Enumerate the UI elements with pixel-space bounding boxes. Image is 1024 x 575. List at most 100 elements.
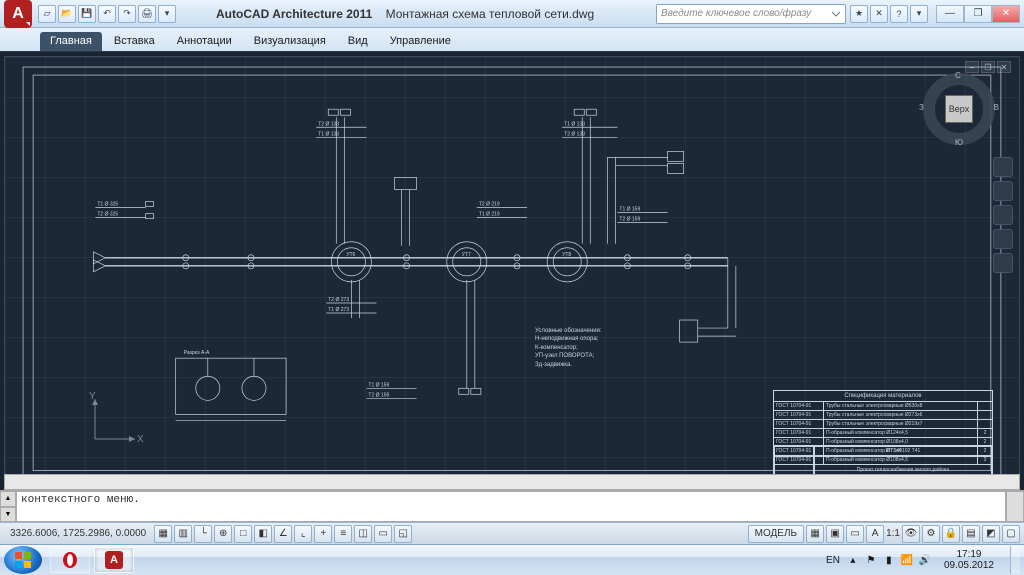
svg-text:Т1 Ø 273: Т1 Ø 273 bbox=[328, 307, 349, 313]
qat-save-icon[interactable]: 💾 bbox=[78, 5, 96, 23]
svg-text:Т2 Ø 325: Т2 Ø 325 bbox=[97, 212, 118, 218]
svg-text:Т2 Ø 159: Т2 Ø 159 bbox=[619, 217, 640, 223]
nav-wheel-icon[interactable] bbox=[993, 157, 1013, 177]
status-ortho-icon[interactable]: └ bbox=[194, 525, 212, 543]
stamp-code: КП 140102 Т41 bbox=[814, 446, 992, 456]
status-layout-icon[interactable]: ▦ bbox=[806, 525, 824, 543]
tab-view[interactable]: Вид bbox=[338, 32, 378, 51]
status-annoscale-icon[interactable]: A bbox=[866, 525, 884, 543]
spec-row: ГОСТ 10704-91Трубы стальные электросварн… bbox=[774, 411, 992, 420]
tray-battery-icon[interactable]: ▮ bbox=[882, 553, 896, 567]
status-qview-icon[interactable]: ▣ bbox=[826, 525, 844, 543]
titlebar: A ▱ 📂 💾 ↶ ↷ 🖨 ▾ AutoCAD Architecture 201… bbox=[0, 0, 1024, 28]
tray-volume-icon[interactable]: 🔊 bbox=[918, 553, 932, 567]
drawing-area: – ❐ ✕ bbox=[0, 52, 1024, 490]
ribbon-tabs: Главная Вставка Аннотации Визуализация В… bbox=[0, 28, 1024, 52]
infocenter-exchange-icon[interactable]: ✕ bbox=[870, 5, 888, 23]
model-viewport[interactable]: – ❐ ✕ bbox=[4, 56, 1020, 490]
spec-row: ГОСТ 10704-91П-образный компенсатор Ø124… bbox=[774, 429, 992, 438]
tab-visualize[interactable]: Визуализация bbox=[244, 32, 336, 51]
minimize-button[interactable]: — bbox=[936, 5, 964, 23]
tab-insert[interactable]: Вставка bbox=[104, 32, 165, 51]
cmd-history-arrows[interactable]: ▲▼ bbox=[0, 491, 16, 522]
tab-manage[interactable]: Управление bbox=[380, 32, 461, 51]
status-polar-icon[interactable]: ⊕ bbox=[214, 525, 232, 543]
show-desktop-button[interactable] bbox=[1010, 546, 1020, 574]
status-3dosnap-icon[interactable]: ◧ bbox=[254, 525, 272, 543]
status-dyn-icon[interactable]: + bbox=[314, 525, 332, 543]
status-lwt-icon[interactable]: ≡ bbox=[334, 525, 352, 543]
legend-title: Условные обозначения: bbox=[535, 327, 602, 335]
command-input[interactable]: контекстного меню. bbox=[16, 491, 1006, 522]
infocenter-star-icon[interactable]: ★ bbox=[850, 5, 868, 23]
maximize-button[interactable]: ❐ bbox=[964, 5, 992, 23]
ucs-icon: XY bbox=[85, 389, 145, 449]
status-tpy-icon[interactable]: ◫ bbox=[354, 525, 372, 543]
qat-more-icon[interactable]: ▾ bbox=[158, 5, 176, 23]
taskbar-opera-icon[interactable] bbox=[50, 547, 90, 573]
tab-home[interactable]: Главная bbox=[40, 32, 102, 51]
svg-text:Y: Y bbox=[89, 391, 96, 402]
nav-zoom-icon[interactable] bbox=[993, 205, 1013, 225]
status-qp-icon[interactable]: ▭ bbox=[374, 525, 392, 543]
app-logo[interactable]: A bbox=[4, 0, 32, 28]
status-hw-icon[interactable]: ▤ bbox=[962, 525, 980, 543]
taskbar-autocad-icon[interactable]: A bbox=[94, 547, 134, 573]
navigation-bar bbox=[993, 157, 1013, 273]
svg-text:Т1 Ø 219: Т1 Ø 219 bbox=[479, 212, 500, 218]
svg-text:УТ7: УТ7 bbox=[462, 252, 471, 258]
qat-open-icon[interactable]: 📂 bbox=[58, 5, 76, 23]
status-sc-icon[interactable]: ◱ bbox=[394, 525, 412, 543]
qat-print-icon[interactable]: 🖨 bbox=[138, 5, 156, 23]
tray-clock[interactable]: 17:19 09.05.2012 bbox=[938, 549, 1000, 571]
svg-text:Т1 Ø 133: Т1 Ø 133 bbox=[318, 131, 339, 137]
search-dropdown-icon[interactable] bbox=[829, 7, 843, 21]
viewcube[interactable]: Верх С Ю В З bbox=[923, 73, 995, 145]
anno-scale-value[interactable]: 1:1 bbox=[886, 528, 900, 539]
spec-row: ГОСТ 10704-91Трубы стальные электросварн… bbox=[774, 420, 992, 429]
status-maximize-icon[interactable]: ▭ bbox=[846, 525, 864, 543]
status-grid-icon[interactable]: ▥ bbox=[174, 525, 192, 543]
command-resize-grip[interactable] bbox=[1006, 491, 1024, 522]
qat-new-icon[interactable]: ▱ bbox=[38, 5, 56, 23]
system-tray: EN ▴ ⚑ ▮ 📶 🔊 17:19 09.05.2012 bbox=[826, 546, 1020, 574]
svg-text:Т2 Ø 273: Т2 Ø 273 bbox=[328, 297, 349, 303]
close-button[interactable]: ✕ bbox=[992, 5, 1020, 23]
nav-orbit-icon[interactable] bbox=[993, 229, 1013, 249]
status-ws-icon[interactable]: ⚙ bbox=[922, 525, 940, 543]
spec-title: Спецификация материалов bbox=[774, 391, 992, 402]
legend: Условные обозначения: Н-неподвижная опор… bbox=[535, 327, 602, 369]
status-lock-icon[interactable]: 🔒 bbox=[942, 525, 960, 543]
infocenter-help-icon[interactable]: ? bbox=[890, 5, 908, 23]
svg-text:Т1 Ø 159: Т1 Ø 159 bbox=[368, 382, 389, 388]
legend-line: Зд-задвижка. bbox=[535, 361, 602, 369]
status-clean-icon[interactable]: ▢ bbox=[1002, 525, 1020, 543]
command-line: ▲▼ контекстного меню. bbox=[0, 490, 1024, 522]
nav-showmotion-icon[interactable] bbox=[993, 253, 1013, 273]
tray-lang[interactable]: EN bbox=[826, 555, 840, 566]
tab-annotate[interactable]: Аннотации bbox=[167, 32, 242, 51]
status-annovis-icon[interactable]: 👁 bbox=[902, 525, 920, 543]
status-otrack-icon[interactable]: ∠ bbox=[274, 525, 292, 543]
start-button[interactable] bbox=[4, 546, 42, 574]
tray-show-hidden-icon[interactable]: ▴ bbox=[846, 553, 860, 567]
tray-flag-icon[interactable]: ⚑ bbox=[864, 553, 878, 567]
status-snap-icon[interactable]: ▦ bbox=[154, 525, 172, 543]
status-bar: 3326.6006, 1725.2986, 0.0000 ▦ ▥ └ ⊕ □ ◧… bbox=[0, 522, 1024, 544]
infocenter-dropdown-icon[interactable]: ▾ bbox=[910, 5, 928, 23]
qat-redo-icon[interactable]: ↷ bbox=[118, 5, 136, 23]
svg-text:Т2 Ø 133: Т2 Ø 133 bbox=[564, 131, 585, 137]
legend-line: УП-узел ПОВОРОТА; bbox=[535, 352, 602, 360]
status-ducs-icon[interactable]: ⌞ bbox=[294, 525, 312, 543]
tray-network-icon[interactable]: 📶 bbox=[900, 553, 914, 567]
status-isolate-icon[interactable]: ◩ bbox=[982, 525, 1000, 543]
model-space-button[interactable]: МОДЕЛЬ bbox=[748, 525, 804, 543]
horizontal-scrollbar[interactable] bbox=[4, 474, 1020, 490]
coordinates-readout[interactable]: 3326.6006, 1725.2986, 0.0000 bbox=[4, 528, 152, 539]
status-osnap-icon[interactable]: □ bbox=[234, 525, 252, 543]
nav-pan-icon[interactable] bbox=[993, 181, 1013, 201]
qat-undo-icon[interactable]: ↶ bbox=[98, 5, 116, 23]
window-title: AutoCAD Architecture 2011 Монтажная схем… bbox=[216, 7, 594, 21]
search-input[interactable]: Введите ключевое слово/фразу bbox=[656, 4, 846, 24]
viewcube-top-face[interactable]: Верх bbox=[945, 95, 973, 123]
